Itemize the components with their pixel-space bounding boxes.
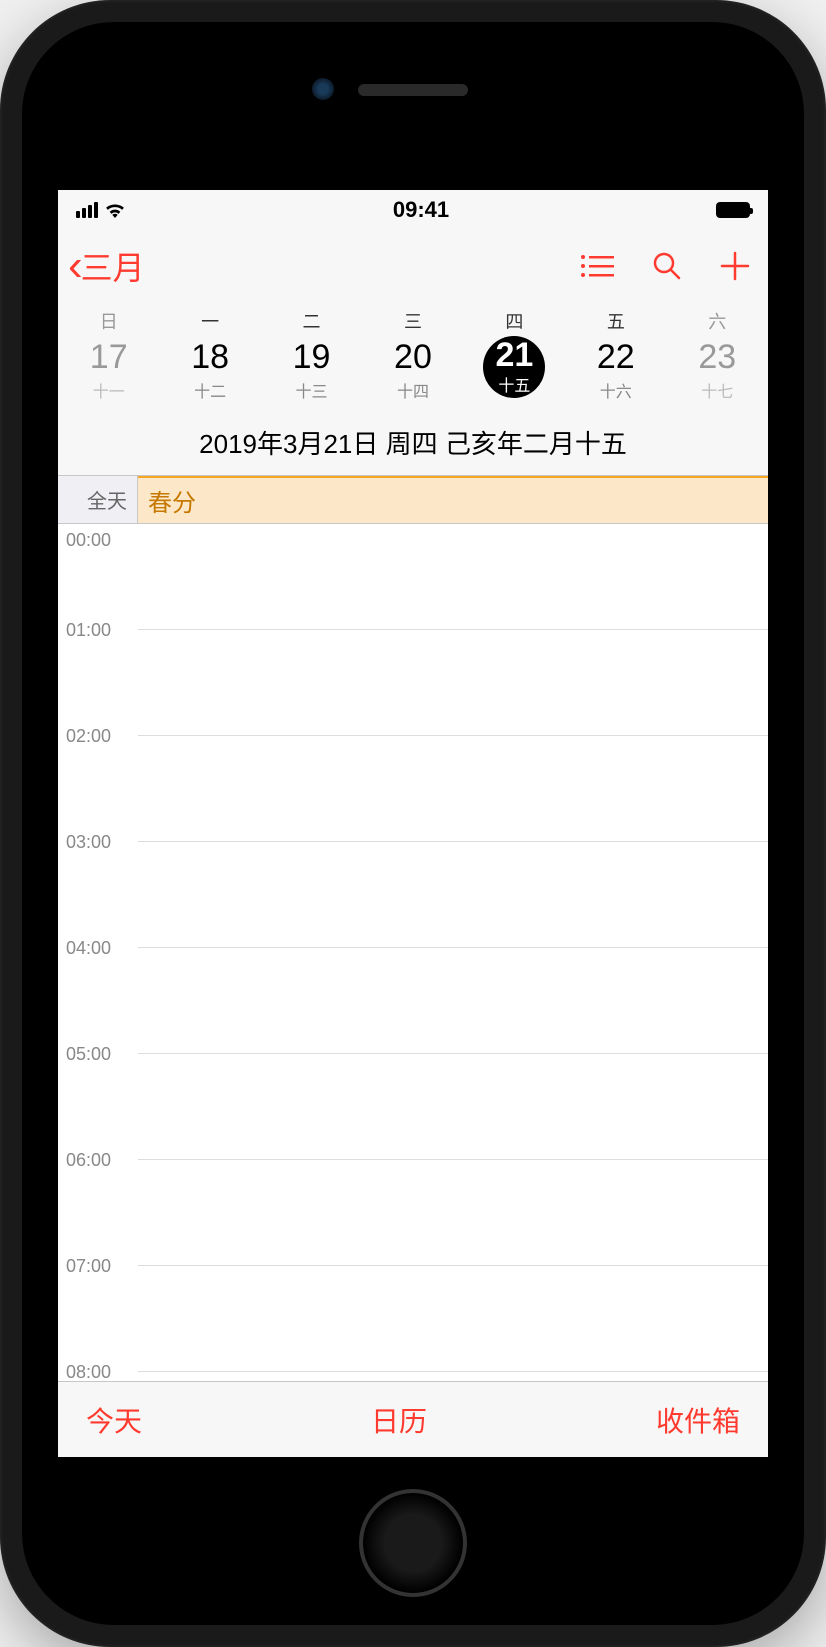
day-cell[interactable]: 23 十七 [667, 340, 768, 402]
search-icon[interactable] [652, 251, 682, 281]
day-number: 22 [597, 340, 635, 374]
screen: 09:41 ‹ 三月 [58, 190, 768, 1457]
toolbar: 今天 日历 收件箱 [58, 1381, 768, 1457]
day-cell[interactable]: 20 十四 [362, 340, 463, 402]
status-bar: 09:41 [58, 190, 768, 230]
day-cell[interactable]: 22 十六 [565, 340, 666, 402]
weekday-label: 二 [261, 308, 362, 334]
add-event-icon[interactable] [720, 251, 750, 281]
hour-row[interactable]: 06:00 [138, 1160, 768, 1266]
weekday-label: 日 [58, 308, 159, 334]
nav-right [580, 251, 750, 281]
days-row: 17 十一 18 十二 19 十三 20 十四 21十五 22 十六 23 十七 [58, 340, 768, 402]
day-lunar: 十二 [194, 378, 226, 402]
weekday-label: 六 [667, 308, 768, 334]
day-lunar: 十六 [600, 378, 632, 402]
phone-inner: 09:41 ‹ 三月 [22, 22, 804, 1625]
weekday-label: 五 [565, 308, 666, 334]
back-label: 三月 [81, 243, 145, 289]
hour-label: 08:00 [66, 1362, 111, 1381]
day-cell[interactable]: 19 十三 [261, 340, 362, 402]
day-number: 17 [90, 340, 128, 374]
hour-row[interactable]: 08:00 [138, 1372, 768, 1381]
date-label: 2019年3月21日 周四 己亥年二月十五 [58, 412, 768, 476]
week-header: 日一二三四五六 17 十一 18 十二 19 十三 20 十四 21十五 22 十六 23 十七 [58, 302, 768, 412]
weekday-row: 日一二三四五六 [58, 308, 768, 334]
day-cell[interactable]: 17 十一 [58, 340, 159, 402]
phone-frame: 09:41 ‹ 三月 [0, 0, 826, 1647]
battery-icon [716, 202, 750, 218]
status-right [716, 202, 750, 218]
timeline[interactable]: 00:0001:0002:0003:0004:0005:0006:0007:00… [58, 524, 768, 1381]
hour-row[interactable]: 00:00 [138, 524, 768, 630]
day-lunar: 十三 [296, 378, 328, 402]
day-cell[interactable]: 21十五 [464, 340, 565, 402]
day-number: 19 [293, 340, 331, 374]
hour-row[interactable]: 02:00 [138, 736, 768, 842]
day-lunar: 十四 [397, 378, 429, 402]
hour-label: 02:00 [66, 726, 111, 747]
day-lunar: 十五 [498, 372, 530, 396]
inbox-button[interactable]: 收件箱 [656, 1400, 740, 1440]
weekday-label: 一 [159, 308, 260, 334]
back-button[interactable]: ‹ 三月 [68, 243, 145, 289]
hour-label: 07:00 [66, 1256, 111, 1277]
hour-label: 00:00 [66, 530, 111, 551]
hour-label: 03:00 [66, 832, 111, 853]
hour-row[interactable]: 07:00 [138, 1266, 768, 1372]
today-button[interactable]: 今天 [86, 1400, 142, 1440]
signal-icon [76, 202, 98, 218]
day-cell[interactable]: 18 十二 [159, 340, 260, 402]
speaker-grille [358, 84, 468, 96]
hour-label: 01:00 [66, 620, 111, 641]
day-number: 20 [394, 340, 432, 374]
home-button[interactable] [359, 1489, 467, 1597]
nav-bar: ‹ 三月 [58, 230, 768, 302]
wifi-icon [104, 202, 126, 218]
weekday-label: 三 [362, 308, 463, 334]
hour-row[interactable]: 01:00 [138, 630, 768, 736]
calendars-button[interactable]: 日历 [371, 1400, 427, 1440]
hour-label: 04:00 [66, 938, 111, 959]
list-view-icon[interactable] [580, 253, 614, 279]
hour-row[interactable]: 04:00 [138, 948, 768, 1054]
day-lunar: 十一 [93, 378, 125, 402]
hour-row[interactable]: 05:00 [138, 1054, 768, 1160]
all-day-event[interactable]: 春分 [138, 476, 768, 523]
hour-label: 05:00 [66, 1044, 111, 1065]
status-left [76, 202, 126, 218]
day-number: 23 [698, 340, 736, 374]
weekday-label: 四 [464, 308, 565, 334]
day-lunar: 十七 [701, 378, 733, 402]
all-day-row: 全天 春分 [58, 476, 768, 524]
hour-label: 06:00 [66, 1150, 111, 1171]
status-time: 09:41 [393, 197, 449, 223]
day-number: 21 [495, 338, 533, 372]
hour-row[interactable]: 03:00 [138, 842, 768, 948]
day-number: 18 [191, 340, 229, 374]
all-day-label: 全天 [58, 476, 138, 523]
front-camera [312, 78, 334, 100]
